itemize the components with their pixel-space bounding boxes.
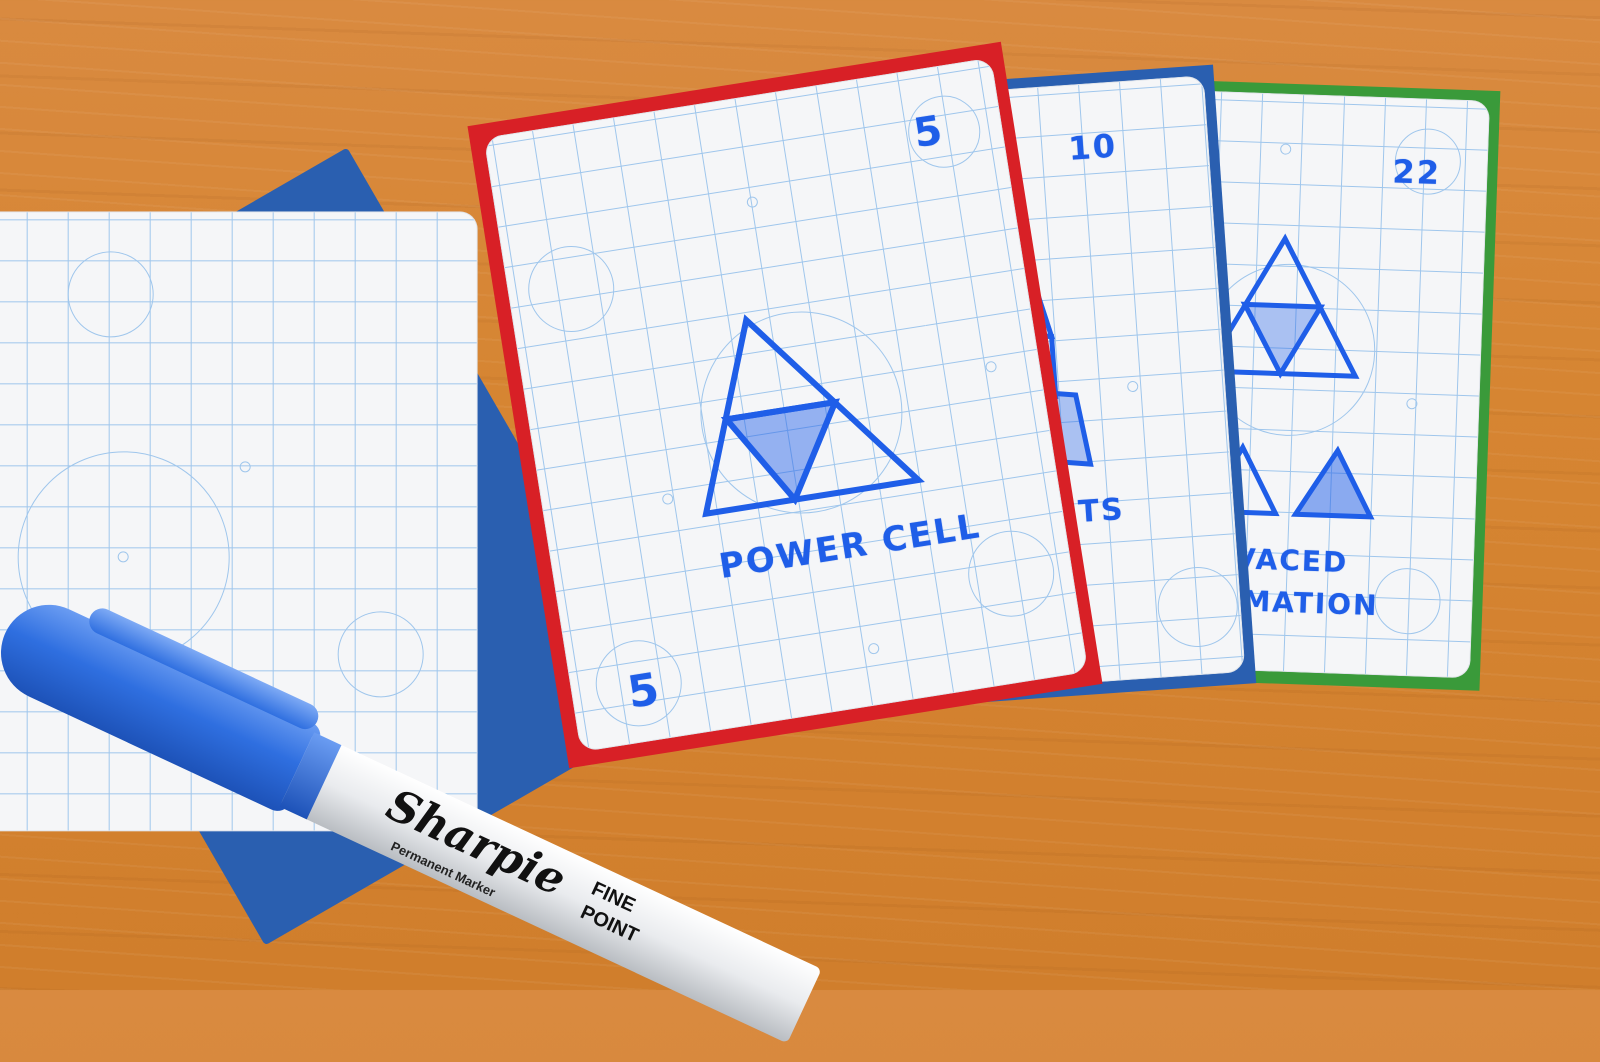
guide-dot <box>239 461 251 473</box>
card-label-line2: MATION <box>1241 584 1380 623</box>
corner-circle <box>1373 567 1442 636</box>
corner-circle <box>337 611 424 698</box>
guide-dot <box>1280 143 1292 155</box>
guide-dot <box>1126 380 1139 393</box>
guide-dot <box>984 360 998 374</box>
triforce-sketch-icon <box>702 314 925 518</box>
corner-circle <box>1155 564 1241 650</box>
card-value-top: 22 <box>1391 152 1442 193</box>
guide-dot <box>117 551 129 563</box>
guide-dot <box>746 195 759 209</box>
guide-dot <box>661 492 675 506</box>
card-power-cell: 5 POWER CELL 5 <box>467 41 1103 769</box>
corner-circle <box>67 251 154 338</box>
guide-dot <box>1406 398 1418 410</box>
corner-circle <box>522 239 621 339</box>
card-value-top: 10 <box>1067 126 1119 168</box>
guide-dot <box>867 642 880 655</box>
card-label-line1: VACED <box>1233 542 1349 580</box>
